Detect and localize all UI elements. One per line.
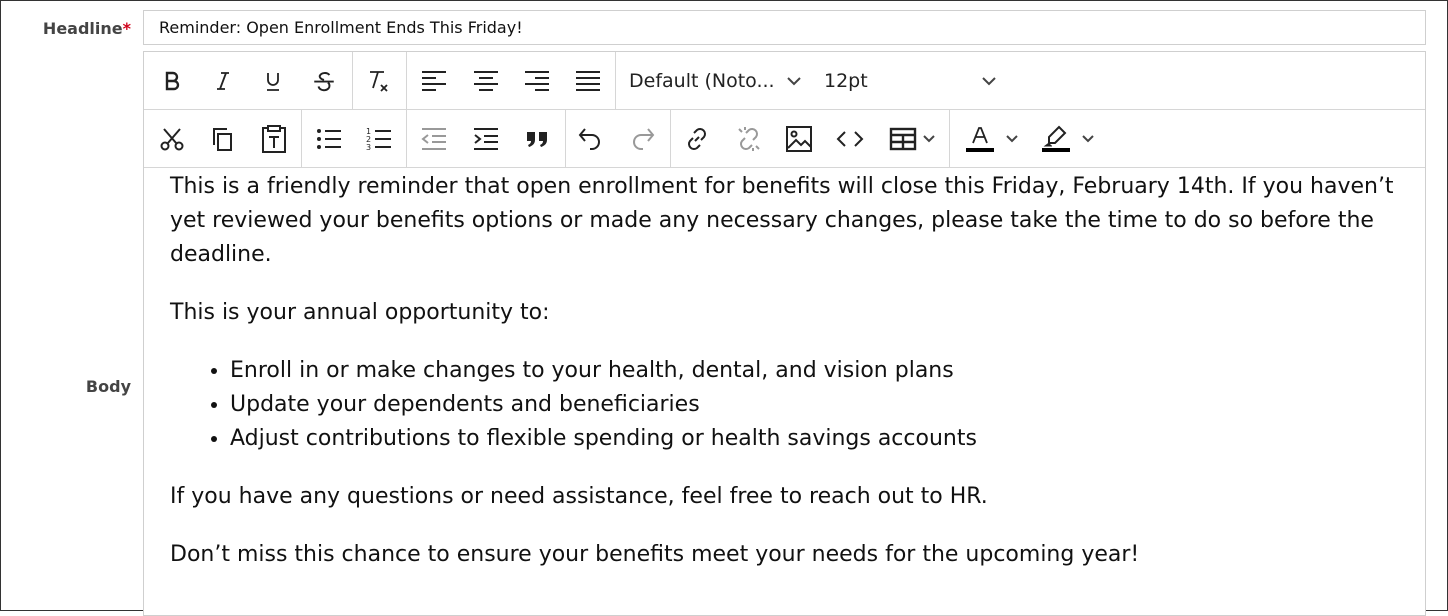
image-icon xyxy=(785,125,813,153)
undo-button[interactable] xyxy=(568,116,612,162)
align-left-icon xyxy=(421,70,447,92)
outdent-button[interactable] xyxy=(412,116,456,162)
align-right-button[interactable] xyxy=(515,58,559,104)
underline-button[interactable] xyxy=(251,58,295,104)
headline-label-text: Headline xyxy=(42,19,123,38)
body-label: Body xyxy=(85,377,131,396)
indent-icon xyxy=(473,127,499,151)
align-center-button[interactable] xyxy=(464,58,508,104)
clear-formatting-icon xyxy=(365,67,393,95)
rich-text-editor: Default (Noto... 12pt 1 2 3 This is a fr… xyxy=(143,51,1426,616)
numbered-list-button[interactable]: 123 xyxy=(357,116,401,162)
editor-content[interactable]: This is a friendly reminder that open en… xyxy=(170,170,1400,596)
link-icon xyxy=(683,125,711,153)
chevron-down-icon xyxy=(1005,134,1019,144)
toolbar-row-2: 123 xyxy=(144,110,1425,168)
insert-image-button[interactable] xyxy=(777,116,821,162)
copy-button[interactable] xyxy=(201,116,245,162)
body-paragraph: This is your annual opportunity to: xyxy=(170,300,550,325)
font-size-value: 12pt xyxy=(824,70,868,92)
list-item: Enroll in or make changes to your health… xyxy=(230,354,1400,388)
indent-button[interactable] xyxy=(464,116,508,162)
clear-formatting-button[interactable] xyxy=(357,58,401,104)
chevron-down-icon xyxy=(786,74,802,92)
bullet-list-icon xyxy=(316,127,342,151)
required-marker: * xyxy=(122,19,131,38)
paste-text-button[interactable] xyxy=(252,116,296,162)
cut-icon xyxy=(159,126,185,152)
cut-button[interactable] xyxy=(150,116,194,162)
bold-button[interactable] xyxy=(150,58,194,104)
unlink-icon xyxy=(735,125,763,153)
outdent-icon xyxy=(421,127,447,151)
align-justify-icon xyxy=(575,70,601,92)
body-paragraph: If you have any questions or need assist… xyxy=(170,484,988,509)
align-center-icon xyxy=(473,70,499,92)
italic-button[interactable] xyxy=(201,58,245,104)
redo-icon xyxy=(630,126,656,152)
blockquote-button[interactable] xyxy=(515,116,559,162)
headline-input[interactable] xyxy=(143,10,1426,45)
insert-link-button[interactable] xyxy=(675,116,719,162)
chevron-down-icon xyxy=(981,74,997,92)
text-color-icon xyxy=(965,124,995,154)
list-item: Update your dependents and beneficiaries xyxy=(230,388,1400,422)
bold-icon xyxy=(160,69,184,93)
svg-text:3: 3 xyxy=(366,143,371,152)
insert-table-button[interactable] xyxy=(882,116,942,162)
code-icon xyxy=(836,129,864,149)
numbered-list-icon: 123 xyxy=(366,126,392,152)
chevron-down-icon xyxy=(922,134,936,144)
strikethrough-button[interactable] xyxy=(302,58,346,104)
chevron-down-icon xyxy=(1081,134,1095,144)
copy-icon xyxy=(210,126,236,152)
redo-button[interactable] xyxy=(621,116,665,162)
underline-icon xyxy=(261,69,285,93)
highlight-color-icon xyxy=(1041,124,1071,154)
headline-label: Headline* xyxy=(43,19,131,38)
align-justify-button[interactable] xyxy=(566,58,610,104)
text-color-button[interactable] xyxy=(958,116,1026,162)
italic-icon xyxy=(211,69,235,93)
highlight-color-button[interactable] xyxy=(1034,116,1102,162)
unlink-button[interactable] xyxy=(727,116,771,162)
bullet-list-button[interactable] xyxy=(307,116,351,162)
align-right-icon xyxy=(524,70,550,92)
undo-icon xyxy=(577,126,603,152)
font-family-select[interactable]: Default (Noto... xyxy=(616,52,816,109)
blockquote-icon xyxy=(525,128,549,150)
source-code-button[interactable] xyxy=(828,116,872,162)
body-paragraph: Don’t miss this chance to ensure your be… xyxy=(170,542,1140,567)
font-family-value: Default (Noto... xyxy=(629,70,775,92)
strikethrough-icon xyxy=(311,68,337,94)
font-size-select[interactable]: 12pt xyxy=(816,52,1006,109)
align-left-button[interactable] xyxy=(412,58,456,104)
bullet-list: Enroll in or make changes to your health… xyxy=(170,354,1400,456)
table-icon xyxy=(889,127,917,151)
toolbar-row-1: Default (Noto... 12pt xyxy=(144,52,1425,110)
list-item: Adjust contributions to flexible spendin… xyxy=(230,422,1400,456)
body-paragraph: This is a friendly reminder that open en… xyxy=(170,174,1394,267)
paste-text-icon xyxy=(260,124,288,154)
